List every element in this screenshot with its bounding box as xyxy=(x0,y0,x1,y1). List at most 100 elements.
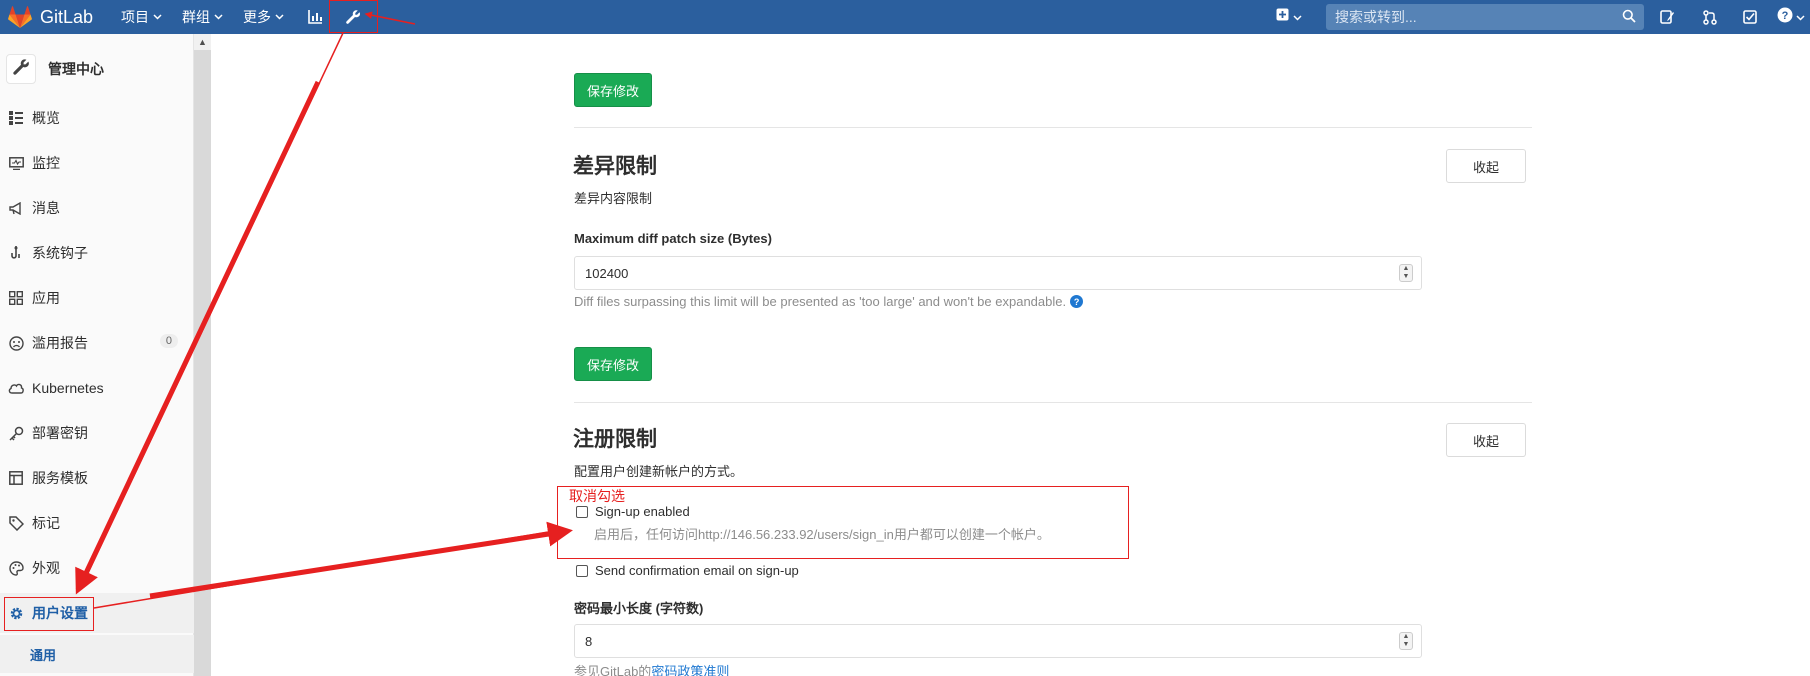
annotation-note: 取消勾选 xyxy=(569,488,625,504)
sidebar-item-label: 概览 xyxy=(32,110,60,126)
hook-icon xyxy=(8,245,24,261)
issues-icon[interactable] xyxy=(1660,0,1674,34)
diff-limits-description: 差异内容限制 xyxy=(574,191,653,206)
sidebar-item-label: 滥用报告 xyxy=(32,335,88,351)
help-icon: ? xyxy=(1777,7,1793,28)
number-spinner-icon[interactable]: ▲ ▼ xyxy=(1399,632,1413,650)
chart-icon[interactable] xyxy=(302,4,328,30)
sidebar-item-label: 服务模板 xyxy=(32,470,88,486)
chevron-down-icon xyxy=(214,12,223,23)
sidebar-subitem-label: 通用 xyxy=(30,647,57,663)
label-icon xyxy=(8,515,24,531)
max-diff-size-help: Diff files surpassing this limit will be… xyxy=(574,294,1084,309)
sidebar-item-system-hooks[interactable]: 系统钩子 xyxy=(0,233,194,273)
sidebar-item-label: 部署密钥 xyxy=(32,425,88,441)
confirm-email-label: Send confirmation email on sign-up xyxy=(595,563,799,578)
chevron-down-icon xyxy=(1293,8,1302,26)
search-input[interactable] xyxy=(1335,9,1615,25)
nav-projects-dropdown[interactable]: 项目 xyxy=(121,0,162,34)
sidebar-item-service-templates[interactable]: 服务模板 xyxy=(0,458,194,498)
sidebar-item-monitoring[interactable]: 监控 xyxy=(0,143,194,183)
password-policy-help: 参见GitLab的 密码政策准则 xyxy=(574,661,729,676)
nav-projects-label: 项目 xyxy=(121,9,150,25)
messages-icon xyxy=(8,200,24,216)
sidebar-item-kubernetes[interactable]: Kubernetes xyxy=(0,368,194,408)
max-diff-size-value: 102400 xyxy=(585,265,629,281)
sidebar-item-label: 应用 xyxy=(32,290,60,306)
sidebar-item-overview[interactable]: 概览 xyxy=(0,98,194,138)
sidebar-item-abuse-reports[interactable]: 滥用报告 0 xyxy=(0,323,194,363)
appearance-icon xyxy=(8,560,24,576)
svg-text:?: ? xyxy=(1782,10,1789,22)
min-password-length-label: 密码最小长度 (字符数) xyxy=(574,601,704,616)
password-policy-help-prefix: 参见GitLab的 xyxy=(574,664,652,676)
key-icon xyxy=(8,425,24,441)
wrench-icon xyxy=(12,58,30,81)
nav-groups-label: 群组 xyxy=(182,9,211,25)
max-diff-size-label: Maximum diff patch size (Bytes) xyxy=(574,231,772,246)
annotation-arrows xyxy=(75,11,573,609)
sidebar-item-deploy-keys[interactable]: 部署密钥 xyxy=(0,413,194,453)
plus-square-icon xyxy=(1276,8,1289,26)
brand-name[interactable]: GitLab xyxy=(40,7,93,28)
sidebar-item-label: 监控 xyxy=(32,155,60,171)
confirm-email-checkbox[interactable] xyxy=(576,564,588,577)
max-diff-size-help-text: Diff files surpassing this limit will be… xyxy=(574,294,1067,309)
max-diff-size-input[interactable]: 102400 ▲ ▼ xyxy=(574,256,1422,290)
min-password-length-value: 8 xyxy=(585,633,593,649)
sidebar-title: 管理中心 xyxy=(48,61,104,77)
sidebar-subitem-general[interactable]: 通用 xyxy=(0,635,194,673)
annotation-box-wrench xyxy=(329,0,378,33)
sidebar-item-appearance[interactable]: 外观 xyxy=(0,548,194,588)
sidebar-item-messages[interactable]: 消息 xyxy=(0,188,194,228)
diff-limits-collapse-button[interactable]: 收起 xyxy=(1446,149,1526,183)
sidebar-item-labels[interactable]: 标记 xyxy=(0,503,194,543)
chevron-down-icon xyxy=(1796,8,1805,26)
top-navbar: GitLab 项目 群组 更多 搜索或转到... ? xyxy=(0,0,1810,34)
signup-restrictions-description: 配置用户创建新帐户的方式。 xyxy=(574,464,744,479)
question-circle-icon[interactable]: ? xyxy=(1070,295,1084,308)
help-dropdown[interactable]: ? xyxy=(1777,0,1805,34)
abuse-report-icon xyxy=(8,335,24,351)
monitor-icon xyxy=(8,155,24,171)
save-changes-button[interactable]: 保存修改 xyxy=(574,347,652,381)
template-icon xyxy=(8,470,24,486)
scroll-up-arrow-icon[interactable]: ▲ xyxy=(194,34,211,50)
chevron-down-icon xyxy=(153,12,162,23)
nav-more-dropdown[interactable]: 更多 xyxy=(243,0,284,34)
admin-avatar xyxy=(6,54,36,84)
search-icon[interactable] xyxy=(1622,9,1636,28)
sidebar-item-label: 标记 xyxy=(32,515,60,531)
signup-restrictions-title: 注册限制 xyxy=(573,428,657,451)
sidebar-scrollbar[interactable]: ▲ xyxy=(194,34,211,676)
password-policy-link[interactable]: 密码政策准则 xyxy=(651,661,729,676)
new-item-dropdown[interactable] xyxy=(1276,0,1302,34)
sidebar-item-applications[interactable]: 应用 xyxy=(0,278,194,318)
gitlab-logo[interactable]: GitLab xyxy=(0,0,93,34)
chevron-down-icon xyxy=(275,12,284,23)
save-changes-button[interactable]: 保存修改 xyxy=(574,73,652,107)
min-password-length-input[interactable]: 8 ▲ ▼ xyxy=(574,624,1422,658)
signup-restrictions-collapse-button[interactable]: 收起 xyxy=(1446,423,1526,457)
cloud-icon xyxy=(8,380,24,396)
applications-icon xyxy=(8,290,24,306)
sidebar-item-label: 系统钩子 xyxy=(32,245,88,261)
section-divider xyxy=(574,127,1532,128)
sidebar-item-label: 消息 xyxy=(32,200,60,216)
section-divider xyxy=(574,402,1532,403)
sidebar-header[interactable]: 管理中心 xyxy=(0,48,194,90)
confirm-email-checkbox-row[interactable]: Send confirmation email on sign-up xyxy=(576,563,799,578)
annotation-box-signup xyxy=(557,486,1129,559)
merge-request-icon[interactable] xyxy=(1703,0,1717,34)
overview-icon xyxy=(8,110,24,126)
global-search[interactable] xyxy=(1326,4,1644,30)
admin-sidebar: 管理中心 概览 监控 消息 系统钩子 应用 滥用报告 0 Kubernetes … xyxy=(0,34,194,676)
sidebar-item-label: 外观 xyxy=(32,560,60,576)
gitlab-tanuki-icon xyxy=(8,6,32,28)
nav-groups-dropdown[interactable]: 群组 xyxy=(182,0,223,34)
abuse-report-count-badge: 0 xyxy=(159,334,178,348)
todo-icon[interactable] xyxy=(1743,0,1757,34)
annotation-box-settings xyxy=(4,597,94,631)
number-spinner-icon[interactable]: ▲ ▼ xyxy=(1399,264,1413,282)
diff-limits-title: 差异限制 xyxy=(573,155,657,178)
